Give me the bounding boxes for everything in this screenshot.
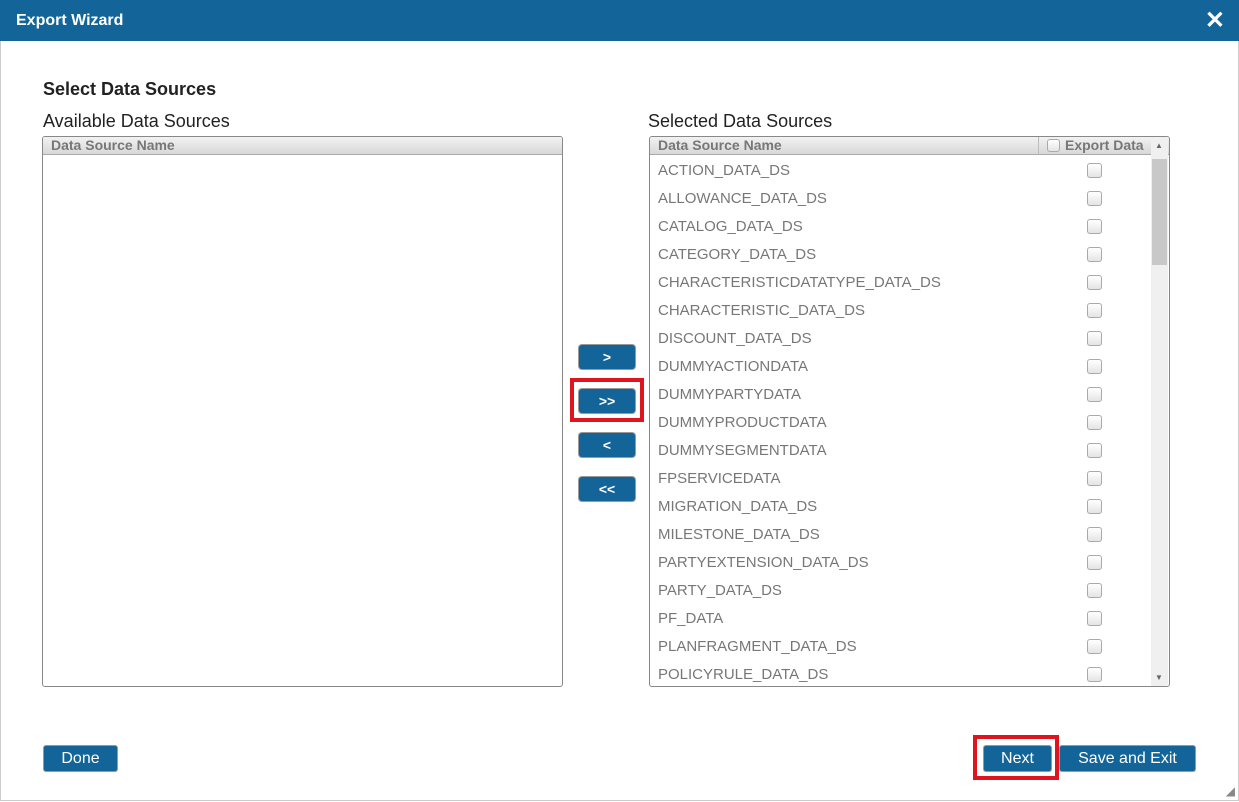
- export-data-checkbox[interactable]: [1087, 555, 1102, 570]
- data-source-name: DISCOUNT_DATA_DS: [658, 330, 812, 347]
- scrollbar-thumb[interactable]: [1152, 159, 1167, 265]
- export-data-checkbox[interactable]: [1087, 247, 1102, 262]
- list-item[interactable]: DISCOUNT_DATA_DS: [650, 325, 1169, 353]
- list-item[interactable]: CHARACTERISTICDATATYPE_DATA_DS: [650, 269, 1169, 297]
- data-source-name: DUMMYSEGMENTDATA: [658, 442, 827, 459]
- available-column-header[interactable]: Data Source Name: [43, 137, 562, 155]
- export-data-checkbox[interactable]: [1087, 499, 1102, 514]
- data-source-name: CATALOG_DATA_DS: [658, 218, 803, 235]
- list-item[interactable]: PLANFRAGMENT_DATA_DS: [650, 633, 1169, 661]
- list-item[interactable]: POLICYRULE_DATA_DS: [650, 661, 1169, 686]
- page-title: Select Data Sources: [43, 79, 217, 99]
- data-source-name: PLANFRAGMENT_DATA_DS: [658, 638, 857, 655]
- export-all-checkbox[interactable]: [1047, 139, 1060, 152]
- list-item[interactable]: PARTYEXTENSION_DATA_DS: [650, 549, 1169, 577]
- available-list[interactable]: Data Source Name: [42, 136, 563, 687]
- highlight-box: [570, 378, 644, 422]
- export-data-checkbox[interactable]: [1087, 639, 1102, 654]
- export-data-checkbox[interactable]: [1087, 163, 1102, 178]
- list-item[interactable]: DUMMYACTIONDATA: [650, 353, 1169, 381]
- data-source-name: FPSERVICEDATA: [658, 470, 781, 487]
- scroll-down-icon[interactable]: ▼: [1155, 673, 1163, 682]
- data-source-name: CATEGORY_DATA_DS: [658, 246, 817, 263]
- list-item[interactable]: ACTION_DATA_DS: [650, 157, 1169, 185]
- highlight-box: [973, 735, 1059, 780]
- export-data-checkbox[interactable]: [1087, 387, 1102, 402]
- data-source-name: PARTYEXTENSION_DATA_DS: [658, 554, 869, 571]
- export-data-checkbox[interactable]: [1087, 219, 1102, 234]
- list-item[interactable]: CHARACTERISTIC_DATA_DS: [650, 297, 1169, 325]
- column-data-source-name[interactable]: Data Source Name: [658, 137, 782, 153]
- data-source-name: PARTY_DATA_DS: [658, 582, 782, 599]
- export-data-checkbox[interactable]: [1087, 331, 1102, 346]
- export-data-checkbox[interactable]: [1087, 415, 1102, 430]
- resize-grip-icon[interactable]: ◢: [1226, 784, 1235, 798]
- list-item[interactable]: DUMMYSEGMENTDATA: [650, 437, 1169, 465]
- save-and-exit-button[interactable]: Save and Exit: [1060, 746, 1195, 771]
- title-bar: Export Wizard ✕: [0, 0, 1239, 41]
- list-item[interactable]: DUMMYPARTYDATA: [650, 381, 1169, 409]
- data-source-name: CHARACTERISTICDATATYPE_DATA_DS: [658, 274, 941, 291]
- data-source-name: PF_DATA: [658, 610, 724, 627]
- export-data-checkbox[interactable]: [1087, 471, 1102, 486]
- scroll-up-icon[interactable]: ▲: [1155, 141, 1163, 150]
- export-data-checkbox[interactable]: [1087, 275, 1102, 290]
- export-data-checkbox[interactable]: [1087, 191, 1102, 206]
- export-data-label: Export Data: [1065, 137, 1144, 153]
- window-title: Export Wizard: [16, 12, 124, 29]
- scrollbar[interactable]: ▲ ▼: [1151, 137, 1168, 686]
- list-item[interactable]: CATEGORY_DATA_DS: [650, 241, 1169, 269]
- move-left-button[interactable]: <: [579, 433, 635, 457]
- data-source-name: DUMMYPARTYDATA: [658, 386, 802, 403]
- done-button[interactable]: Done: [44, 746, 117, 771]
- data-source-name: MIGRATION_DATA_DS: [658, 498, 818, 515]
- move-all-left-button[interactable]: <<: [579, 477, 635, 501]
- list-item[interactable]: PF_DATA: [650, 605, 1169, 633]
- data-source-name: ACTION_DATA_DS: [658, 162, 790, 179]
- data-source-name: CHARACTERISTIC_DATA_DS: [658, 302, 865, 319]
- list-item[interactable]: ALLOWANCE_DATA_DS: [650, 185, 1169, 213]
- list-item[interactable]: DUMMYPRODUCTDATA: [650, 409, 1169, 437]
- list-item[interactable]: PARTY_DATA_DS: [650, 577, 1169, 605]
- export-data-checkbox[interactable]: [1087, 303, 1102, 318]
- selected-header: Data Source Name Export Data: [650, 137, 1169, 155]
- list-item[interactable]: CATALOG_DATA_DS: [650, 213, 1169, 241]
- data-source-name: ALLOWANCE_DATA_DS: [658, 190, 827, 207]
- data-source-name: POLICYRULE_DATA_DS: [658, 666, 829, 683]
- export-data-checkbox[interactable]: [1087, 583, 1102, 598]
- export-data-checkbox[interactable]: [1087, 359, 1102, 374]
- selected-list[interactable]: Data Source Name Export Data ACTION_DATA…: [649, 136, 1170, 687]
- available-label: Available Data Sources: [43, 111, 230, 131]
- close-icon[interactable]: ✕: [1205, 6, 1225, 35]
- export-data-checkbox[interactable]: [1087, 443, 1102, 458]
- data-source-name: MILESTONE_DATA_DS: [658, 526, 820, 543]
- export-data-checkbox[interactable]: [1087, 611, 1102, 626]
- export-data-checkbox[interactable]: [1087, 667, 1102, 682]
- data-source-name: DUMMYACTIONDATA: [658, 358, 808, 375]
- selected-label: Selected Data Sources: [648, 111, 833, 131]
- list-item[interactable]: MILESTONE_DATA_DS: [650, 521, 1169, 549]
- export-data-header: Export Data: [1038, 137, 1144, 154]
- list-item[interactable]: MIGRATION_DATA_DS: [650, 493, 1169, 521]
- data-source-name: DUMMYPRODUCTDATA: [658, 414, 827, 431]
- export-data-checkbox[interactable]: [1087, 527, 1102, 542]
- list-item[interactable]: FPSERVICEDATA: [650, 465, 1169, 493]
- move-right-button[interactable]: >: [579, 345, 635, 369]
